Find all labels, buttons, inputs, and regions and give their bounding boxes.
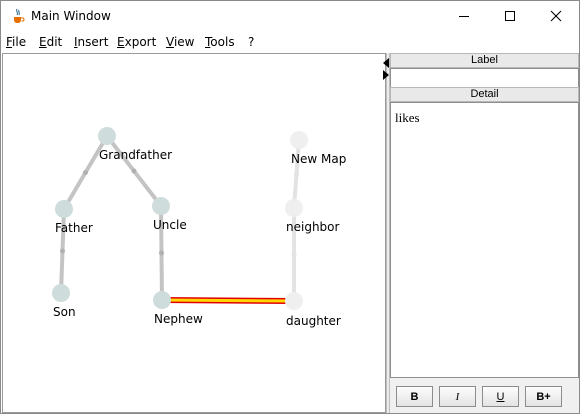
bigger-font-button[interactable]: B+ [525, 386, 562, 407]
main-window: Main Window File Edit Insert Export View… [0, 0, 580, 414]
detail-header: Detail [390, 87, 579, 102]
label-input[interactable] [390, 68, 579, 88]
menu-edit[interactable]: Edit [39, 35, 62, 49]
menu-export[interactable]: Export [117, 35, 156, 49]
node-father[interactable] [55, 200, 73, 218]
node-label-father: Father [55, 221, 93, 235]
properties-panel: Label Detail likes B I U B+ [390, 53, 579, 413]
label-header: Label [390, 53, 579, 68]
node-label-nephew: Nephew [154, 312, 203, 326]
minimize-button[interactable] [441, 1, 487, 31]
edge-grandfather-father-midpoint [83, 170, 88, 175]
node-label-grandfather: Grandfather [99, 148, 172, 162]
node-label-neighbor: neighbor [286, 220, 340, 234]
underline-button[interactable]: U [482, 386, 519, 407]
edge-grandfather-uncle-midpoint [131, 168, 137, 174]
minimize-icon [459, 16, 469, 17]
menu-file[interactable]: File [6, 35, 26, 49]
edge-nephew-daughter[interactable] [161, 298, 295, 303]
close-icon [550, 10, 562, 22]
node-daughter[interactable] [285, 292, 303, 310]
java-cup-icon [14, 8, 25, 23]
detail-textarea[interactable]: likes [390, 102, 579, 378]
menu-insert[interactable]: Insert [74, 35, 108, 49]
menu-tools[interactable]: Tools [205, 35, 235, 49]
edge-uncle-nephew-midpoint [159, 250, 164, 256]
node-label-daughter: daughter [286, 314, 341, 328]
graph-view[interactable]: Grandfather Father Uncle Son Nephew New Map ne… [3, 54, 385, 412]
map-canvas[interactable]: Grandfather Father Uncle Son Nephew New Map ne… [2, 53, 386, 413]
node-son[interactable] [52, 284, 70, 302]
node-nephew[interactable] [153, 291, 171, 309]
node-label-uncle: Uncle [153, 218, 187, 232]
node-grandfather[interactable] [98, 127, 116, 145]
node-label-son: Son [53, 305, 76, 319]
node-neighbor[interactable] [285, 199, 303, 217]
italic-button[interactable]: I [439, 386, 476, 407]
edge-father-son-midpoint [60, 248, 65, 254]
node-newmap[interactable] [290, 131, 308, 149]
window-title: Main Window [31, 9, 111, 23]
menu-view[interactable]: View [166, 35, 194, 49]
title-bar[interactable]: Main Window [1, 1, 579, 31]
split-collapse-arrows-icon[interactable] [381, 57, 390, 81]
edge-neighbor-daughter-midpoint [291, 252, 297, 257]
close-button[interactable] [533, 1, 579, 31]
format-toolbar: B I U B+ [390, 378, 579, 413]
edge-newmap-neighbor-midpoint [294, 171, 299, 177]
maximize-icon [505, 11, 515, 21]
bold-button[interactable]: B [396, 386, 433, 407]
menu-bar: File Edit Insert Export View Tools ? [1, 31, 579, 53]
maximize-button[interactable] [487, 1, 533, 31]
menu-help[interactable]: ? [248, 35, 254, 49]
node-uncle[interactable] [152, 197, 170, 215]
node-label-newmap: New Map [291, 152, 346, 166]
